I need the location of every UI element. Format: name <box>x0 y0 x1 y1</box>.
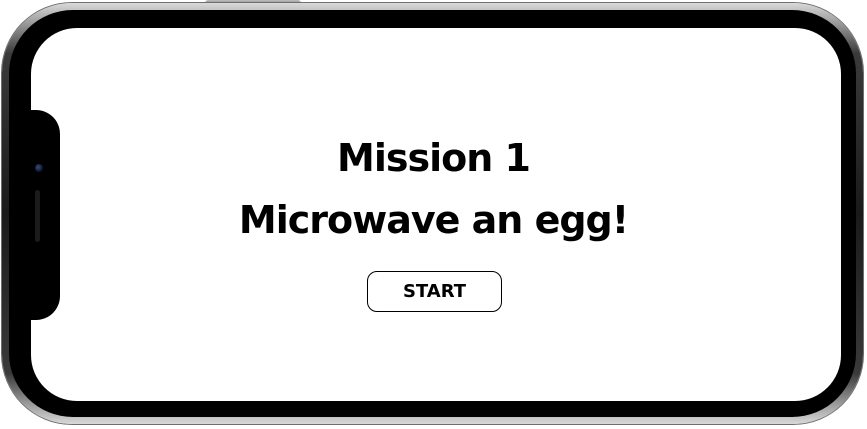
mission-subtitle: Microwave an egg! <box>238 198 629 242</box>
mission-title: Mission 1 <box>337 136 531 180</box>
device-stage: Mission 1 Microwave an egg! START <box>0 0 867 429</box>
mission-screen: Mission 1 Microwave an egg! START <box>0 0 867 429</box>
start-button[interactable]: START <box>367 271 502 312</box>
